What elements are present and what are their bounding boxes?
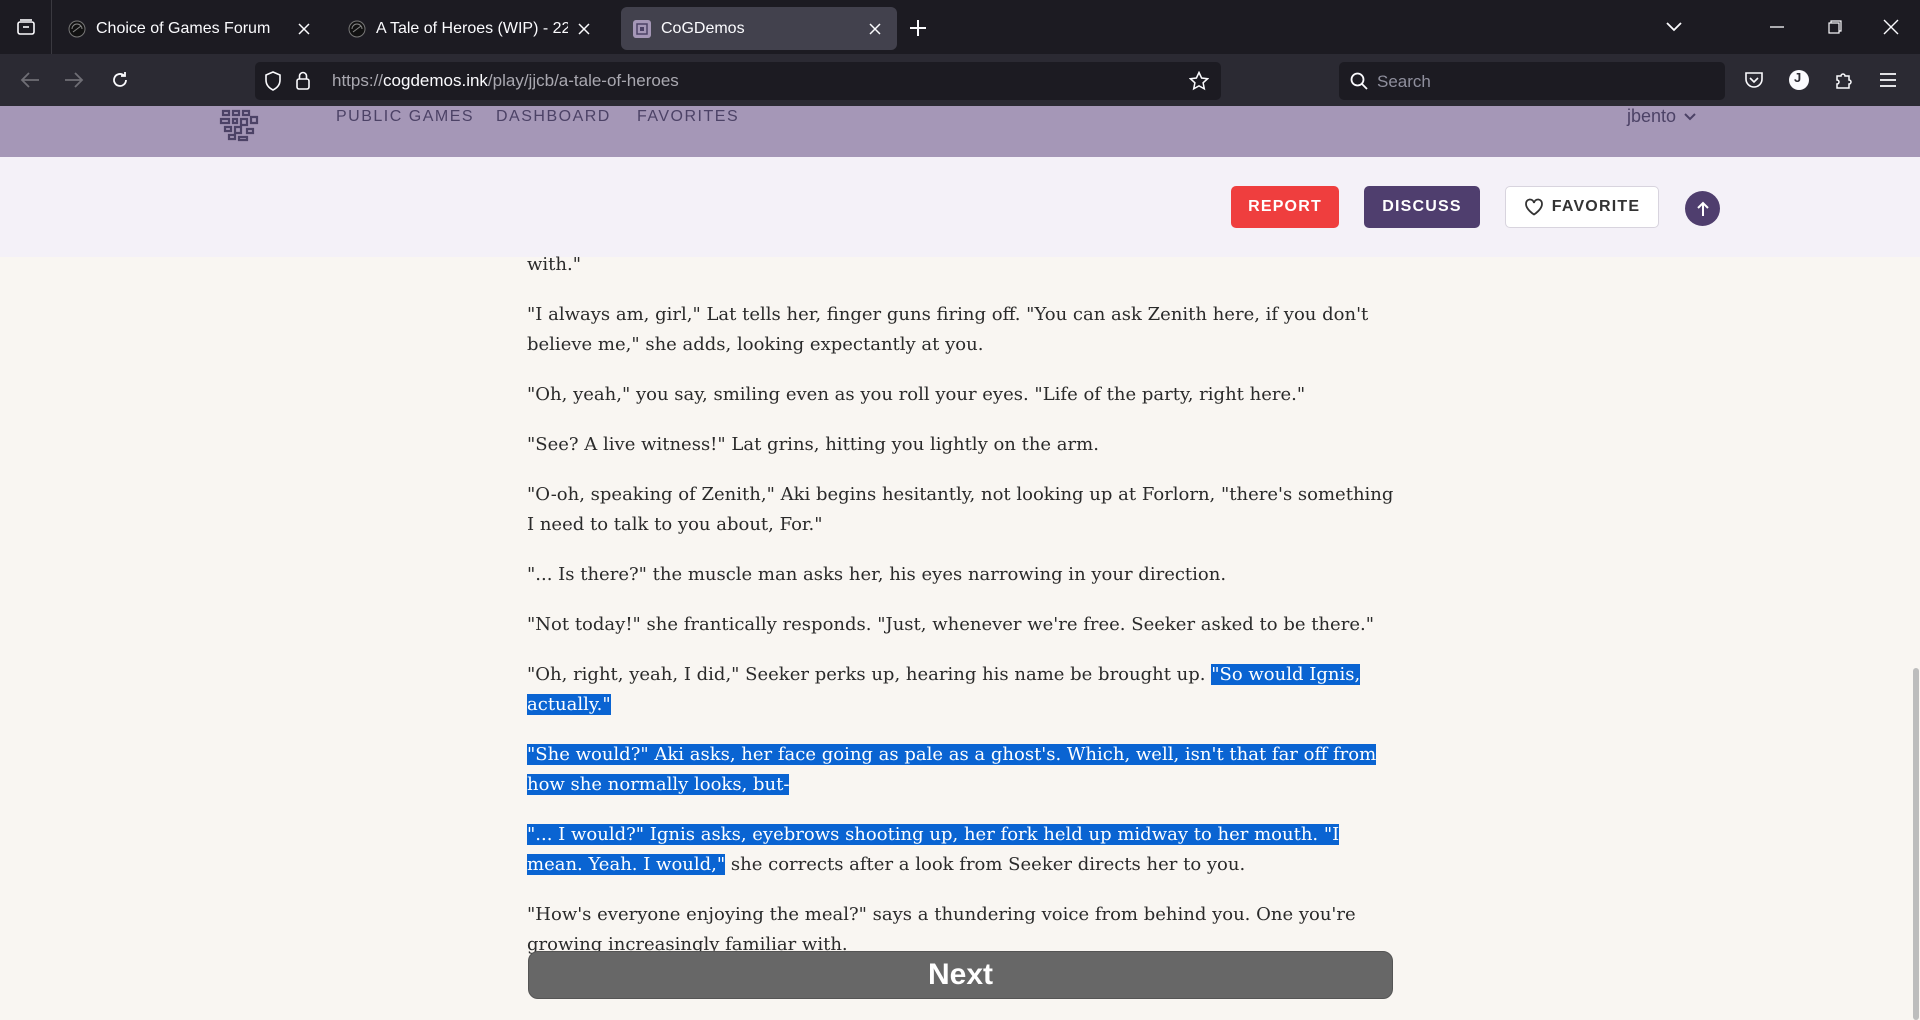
- story-paragraph: "Oh, right, yeah, I did," Seeker perks u…: [527, 660, 1397, 720]
- scroll-to-top-button[interactable]: [1685, 191, 1720, 226]
- story-paragraph: "I always am, girl," Lat tells her, fing…: [527, 300, 1397, 360]
- close-tab-icon[interactable]: [574, 19, 594, 39]
- tab-title: A Tale of Heroes (WIP) - 224k w: [376, 19, 568, 37]
- scrollbar-thumb[interactable]: [1913, 668, 1919, 1020]
- favorite-label: FAVORITE: [1551, 198, 1641, 215]
- tab-overflow-button[interactable]: [1651, 0, 1697, 54]
- pocket-button[interactable]: [1738, 64, 1770, 96]
- list-all-tabs-button[interactable]: [0, 0, 52, 54]
- story-text-segment: "See? A live witness!" Lat grins, hittin…: [527, 434, 1099, 455]
- story-paragraph: "... Is there?" the muscle man asks her,…: [527, 560, 1397, 590]
- story-text-segment: "... Is there?" the muscle man asks her,…: [527, 564, 1227, 585]
- username: jbento: [1627, 106, 1677, 126]
- puzzle-icon: [1836, 73, 1852, 89]
- game-action-bar: REPORT DISCUSS FAVORITE: [0, 157, 1920, 257]
- reload-button[interactable]: [104, 64, 136, 96]
- selected-text: "She would?" Aki asks, her face going as…: [527, 744, 1377, 795]
- user-menu[interactable]: jbento: [1627, 106, 1696, 127]
- arrow-right-icon: [65, 72, 84, 88]
- tab-title: Choice of Games Forum: [96, 19, 271, 37]
- story-text-segment: "I always am, girl," Lat tells her, fing…: [527, 304, 1369, 355]
- story-paragraph: "See? A live witness!" Lat grins, hittin…: [527, 430, 1397, 460]
- back-button[interactable]: [14, 64, 46, 96]
- close-tab-icon[interactable]: [865, 19, 885, 39]
- forward-button[interactable]: [58, 64, 90, 96]
- cog-forum-icon: [68, 20, 86, 37]
- arrow-left-icon: [20, 72, 39, 88]
- reload-icon: [113, 72, 127, 87]
- story-text-segment: "Not today!" she frantically responds. "…: [527, 614, 1374, 635]
- url-scheme: https://: [332, 71, 384, 90]
- bookmark-star-icon[interactable]: [1189, 71, 1209, 91]
- hamburger-icon: [1880, 73, 1896, 87]
- pocket-icon: [1745, 72, 1763, 88]
- story-text: with." "I always am, girl," Lat tells her…: [527, 254, 1397, 980]
- story-paragraph: "Oh, yeah," you say, smiling even as you…: [527, 380, 1397, 410]
- close-icon: [1883, 19, 1899, 35]
- restore-icon: [1828, 20, 1842, 34]
- cogdemos-logo-icon[interactable]: [217, 107, 261, 143]
- chevron-down-icon: [1666, 22, 1682, 32]
- next-button[interactable]: Next: [528, 951, 1393, 999]
- tab-choice-of-games-forum[interactable]: Choice of Games Forum: [56, 7, 326, 50]
- cog-forum-icon: [348, 20, 366, 37]
- tabs-list-icon: [16, 19, 35, 35]
- story-text-segment: "O-oh, speaking of Zenith," Aki begins h…: [527, 484, 1394, 535]
- discuss-button[interactable]: DISCUSS: [1364, 186, 1480, 228]
- cogdemos-icon: [633, 19, 651, 38]
- url-text[interactable]: https://cogdemos.ink/play/jjcb/a-tale-of…: [332, 71, 679, 91]
- url-path: /play/jjcb/a-tale-of-heroes: [487, 71, 679, 90]
- lock-icon[interactable]: [293, 71, 313, 91]
- site-header: PUBLIC GAMES DASHBOARD FAVORITES jbento: [0, 106, 1920, 157]
- tab-strip: Choice of Games Forum A Tale of Heroes (…: [0, 0, 1920, 54]
- story-paragraph: with.": [527, 250, 1397, 280]
- account-button[interactable]: J: [1783, 64, 1815, 96]
- nav-favorites[interactable]: FAVORITES: [637, 108, 739, 126]
- story-paragraph: "Not today!" she frantically responds. "…: [527, 610, 1397, 640]
- search-bar[interactable]: Search: [1339, 62, 1725, 100]
- arrow-up-icon: [1696, 201, 1709, 216]
- heart-icon: [1524, 198, 1544, 216]
- close-tab-icon[interactable]: [294, 19, 314, 39]
- report-button[interactable]: REPORT: [1231, 186, 1339, 228]
- favorite-button[interactable]: FAVORITE: [1505, 186, 1659, 228]
- url-host: cogdemos.ink: [383, 71, 488, 90]
- tab-cogdemos[interactable]: CoGDemos: [621, 7, 897, 50]
- story-text-segment: "How's everyone enjoying the meal?" says…: [527, 904, 1356, 955]
- shield-icon[interactable]: [263, 71, 283, 91]
- new-tab-button[interactable]: [904, 14, 932, 42]
- close-window-button[interactable]: [1868, 0, 1914, 54]
- account-initial: J: [1794, 70, 1802, 85]
- search-icon: [1349, 71, 1369, 91]
- story-paragraph: "O-oh, speaking of Zenith," Aki begins h…: [527, 480, 1397, 540]
- story-text-segment: "Oh, yeah," you say, smiling even as you…: [527, 384, 1306, 405]
- plus-icon: [910, 20, 926, 36]
- nav-public-games[interactable]: PUBLIC GAMES: [336, 108, 474, 126]
- tab-a-tale-of-heroes[interactable]: A Tale of Heroes (WIP) - 224k w: [336, 7, 606, 50]
- extensions-button[interactable]: [1828, 64, 1860, 96]
- menu-button[interactable]: [1872, 64, 1904, 96]
- tab-title: CoGDemos: [661, 19, 745, 37]
- search-placeholder: Search: [1377, 72, 1431, 91]
- navigation-toolbar: https://cogdemos.ink/play/jjcb/a-tale-of…: [0, 54, 1920, 106]
- story-text-segment: with.": [527, 254, 581, 275]
- minimize-icon: [1770, 26, 1784, 28]
- story-paragraph: "She would?" Aki asks, her face going as…: [527, 740, 1397, 800]
- story-text-segment: "Oh, right, yeah, I did," Seeker perks u…: [527, 664, 1212, 685]
- nav-dashboard[interactable]: DASHBOARD: [496, 108, 611, 126]
- address-bar[interactable]: https://cogdemos.ink/play/jjcb/a-tale-of…: [255, 62, 1221, 100]
- restore-button[interactable]: [1812, 0, 1858, 54]
- minimize-button[interactable]: [1754, 0, 1800, 54]
- story-paragraph: "... I would?" Ignis asks, eyebrows shoo…: [527, 820, 1397, 880]
- chevron-down-icon: [1684, 112, 1696, 120]
- story-text-segment: she corrects after a look from Seeker di…: [725, 854, 1246, 875]
